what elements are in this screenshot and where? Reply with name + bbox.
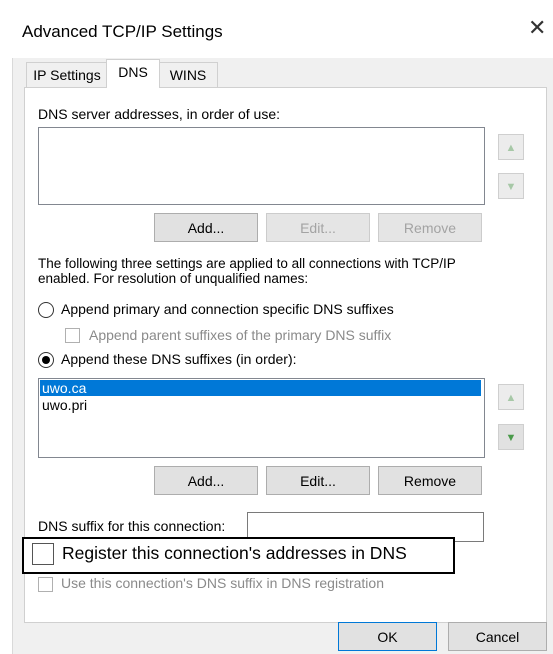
remove-suffix-button[interactable]: Remove xyxy=(378,466,482,495)
radio-append-primary[interactable] xyxy=(38,302,54,318)
checkbox-append-parent-label: Append parent suffixes of the primary DN… xyxy=(89,327,392,343)
checkbox-use-suffix[interactable] xyxy=(38,577,53,592)
info-text-line1: The following three settings are applied… xyxy=(38,256,456,271)
checkbox-use-suffix-label: Use this connection's DNS suffix in DNS … xyxy=(61,575,384,591)
checkbox-register[interactable] xyxy=(32,543,54,565)
add-suffix-button[interactable]: Add... xyxy=(154,466,258,495)
connection-suffix-label: DNS suffix for this connection: xyxy=(38,518,226,534)
arrow-up-icon: ▲ xyxy=(505,392,517,404)
tab-ip-settings[interactable]: IP Settings xyxy=(26,62,108,87)
dns-servers-label: DNS server addresses, in order of use: xyxy=(38,106,280,122)
close-icon[interactable]: ✕ xyxy=(528,18,546,40)
checkbox-append-parent[interactable] xyxy=(65,328,80,343)
radio-append-these-label: Append these DNS suffixes (in order): xyxy=(61,351,297,367)
edit-server-button[interactable]: Edit... xyxy=(266,213,370,242)
tab-dns[interactable]: DNS xyxy=(106,59,160,88)
radio-append-primary-label: Append primary and connection specific D… xyxy=(61,301,394,317)
tab-label: IP Settings xyxy=(33,67,101,83)
move-down-suffix-button[interactable]: ▼ xyxy=(498,424,524,450)
dns-suffixes-list[interactable]: uwo.ca uwo.pri xyxy=(38,378,485,458)
add-server-button[interactable]: Add... xyxy=(154,213,258,242)
window-title: Advanced TCP/IP Settings xyxy=(22,22,223,41)
ok-button[interactable]: OK xyxy=(338,622,437,651)
arrow-down-icon: ▼ xyxy=(505,432,517,444)
tab-label: DNS xyxy=(118,64,148,80)
list-item-selected[interactable]: uwo.ca xyxy=(40,380,481,396)
tab-label: WINS xyxy=(169,67,207,83)
info-text-line2: enabled. For resolution of unqualified n… xyxy=(38,271,309,286)
radio-append-these[interactable] xyxy=(38,352,54,368)
move-down-server-button[interactable]: ▼ xyxy=(498,173,524,199)
checkbox-register-label: Register this connection's addresses in … xyxy=(62,543,407,563)
move-up-suffix-button[interactable]: ▲ xyxy=(498,384,524,410)
list-item[interactable]: uwo.pri xyxy=(42,397,87,413)
cancel-button[interactable]: Cancel xyxy=(448,622,547,651)
arrow-down-icon: ▼ xyxy=(505,181,517,193)
edit-suffix-button[interactable]: Edit... xyxy=(266,466,370,495)
background xyxy=(0,0,553,8)
remove-server-button[interactable]: Remove xyxy=(378,213,482,242)
dns-servers-list[interactable] xyxy=(38,127,485,205)
move-up-server-button[interactable]: ▲ xyxy=(498,134,524,160)
radio-selected-dot xyxy=(42,356,50,364)
arrow-up-icon: ▲ xyxy=(505,142,517,154)
tab-wins[interactable]: WINS xyxy=(158,62,218,87)
